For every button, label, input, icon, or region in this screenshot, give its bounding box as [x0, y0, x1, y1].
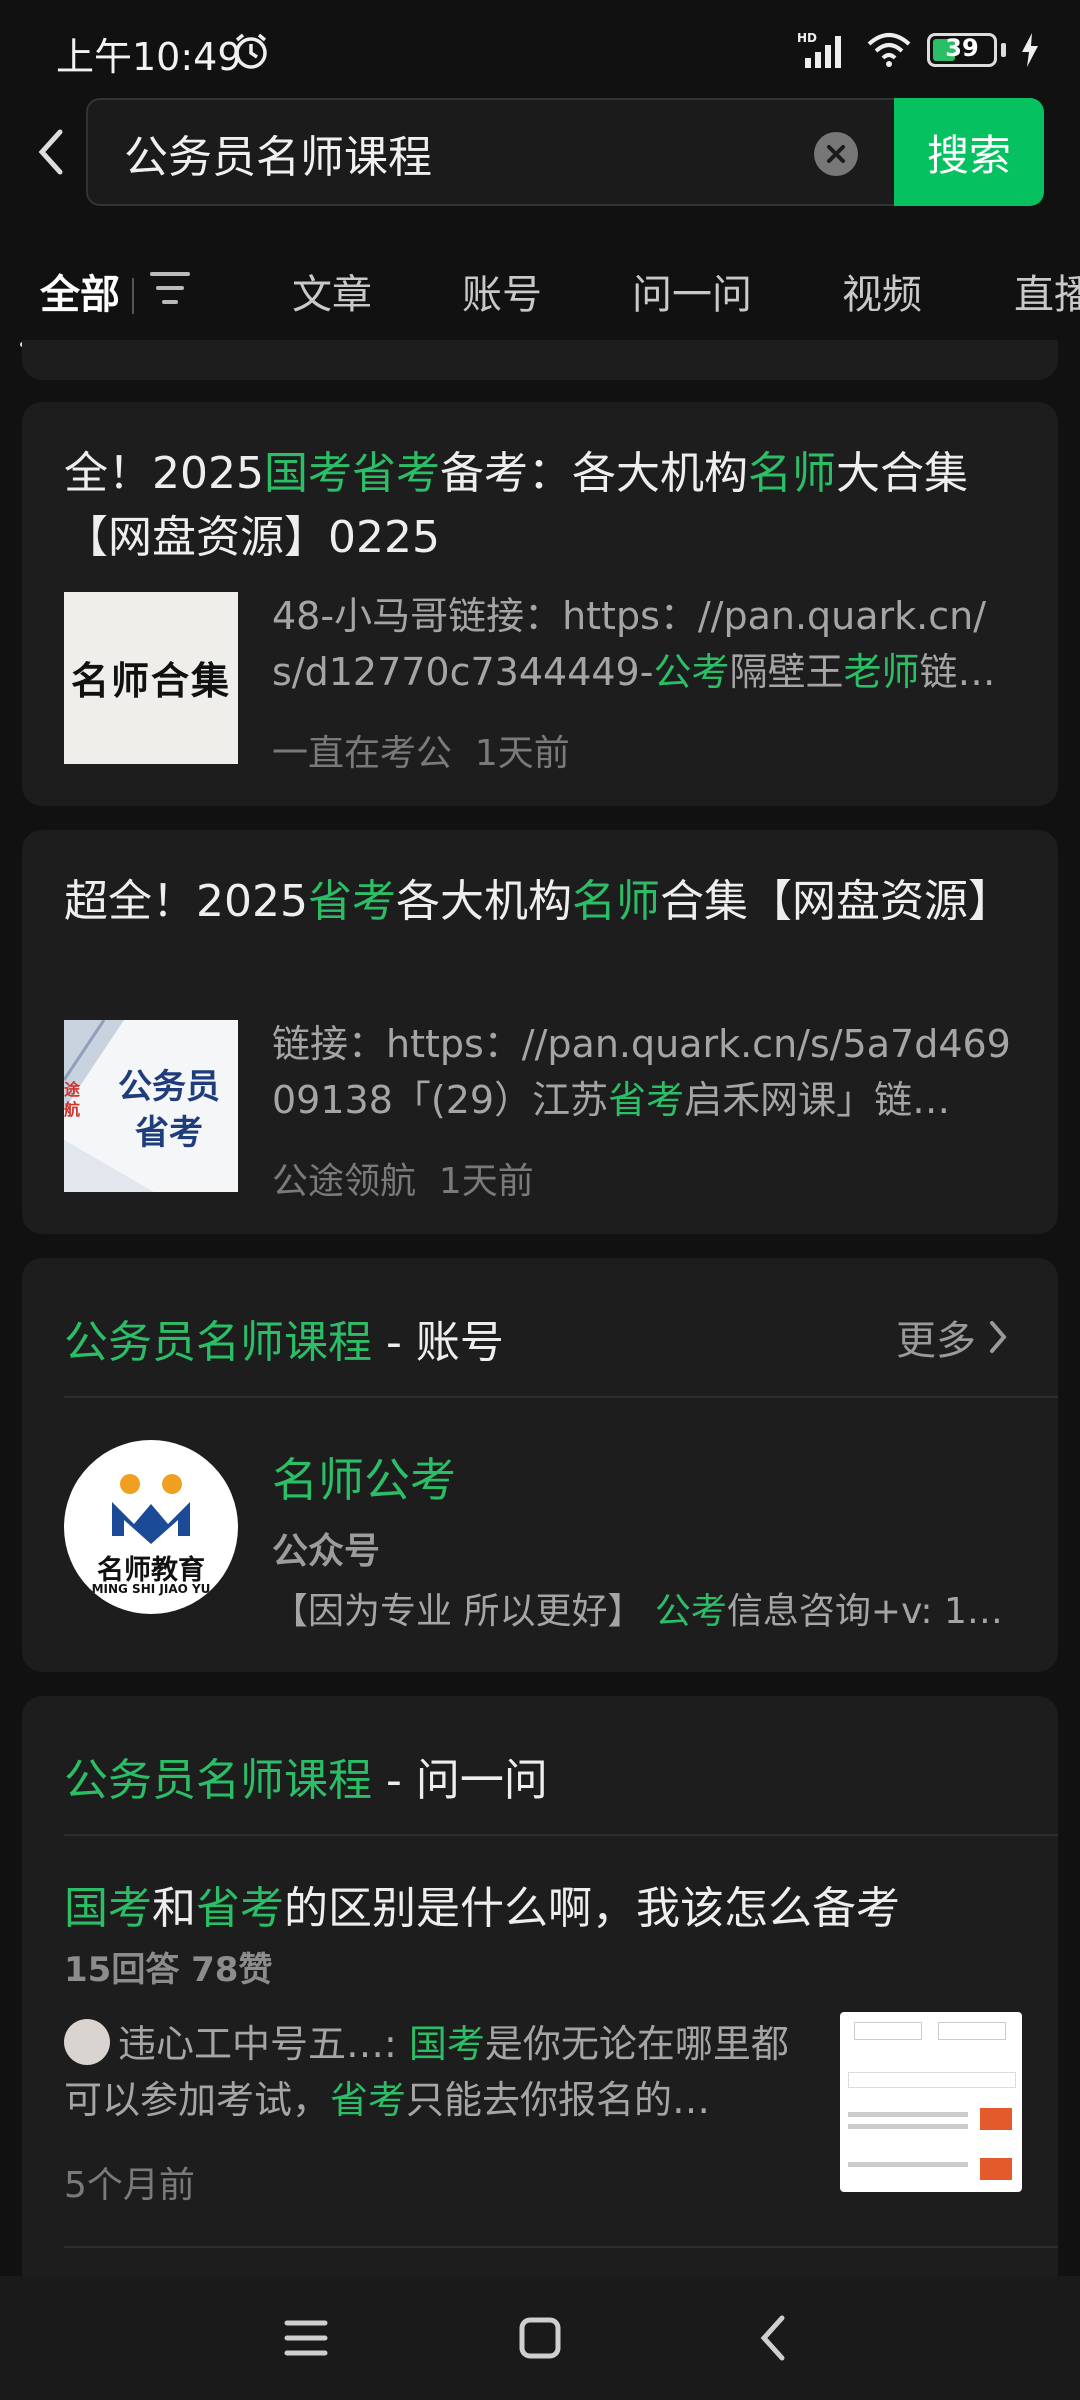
account-type: 公众号 — [272, 1531, 381, 1572]
status-bar: 上午10:49 HD 39 — [0, 0, 1080, 100]
article-time: 1天前 — [474, 733, 570, 774]
status-time: 上午10:49 — [56, 35, 242, 79]
more-link[interactable]: 更多 — [896, 1308, 1010, 1366]
filter-icon[interactable] — [150, 270, 190, 306]
tab-articles[interactable]: 文章 — [292, 262, 372, 320]
answer-snippet[interactable]: 违心工中号五…: 国考是你无论在哪里都可以参加考试，省考只能去你报名的… — [64, 2016, 814, 2128]
battery-icon: 39 — [927, 33, 997, 67]
home-icon[interactable] — [518, 2316, 562, 2360]
svg-text:HD: HD — [797, 31, 817, 45]
article-thumbnail: 名师合集 — [64, 592, 238, 764]
article-source: 一直在考公 — [272, 733, 453, 774]
previous-card — [22, 340, 1058, 380]
account-section: 公务员名师课程 - 账号 更多 名师教育 MING SHI JIAO YU 名师… — [22, 1258, 1058, 1672]
search-input[interactable] — [122, 100, 766, 206]
answer-thumbnail — [840, 2012, 1022, 2192]
section-divider — [64, 1396, 1058, 1398]
tab-ask[interactable]: 问一问 — [632, 262, 752, 320]
article-meta: 一直在考公 1天前 — [272, 724, 570, 776]
article-time: 1天前 — [438, 1161, 534, 1202]
wifi-icon — [867, 33, 911, 67]
question-stats: 15回答 78赞 — [64, 1950, 273, 1990]
article-card[interactable]: 全！2025国考省考备考：各大机构名师大合集【网盘资源】0225 名师合集 48… — [22, 402, 1058, 806]
search-box: 搜索 — [86, 98, 1044, 206]
article-title[interactable]: 超全！2025省考各大机构名师合集【网盘资源】 — [64, 870, 1018, 934]
signal-icon: HD — [797, 31, 841, 68]
tab-divider — [132, 278, 134, 314]
back-nav-icon[interactable] — [756, 2314, 790, 2362]
search-button[interactable]: 搜索 — [894, 98, 1044, 206]
alarm-icon — [235, 33, 267, 69]
article-thumbnail: 途航 公务员 省考 — [64, 1020, 238, 1192]
article-title[interactable]: 全！2025国考省考备考：各大机构名师大合集【网盘资源】0225 — [64, 442, 1018, 570]
system-nav-bar — [0, 2276, 1080, 2400]
article-snippet: 链接：https：//pan.quark.cn/s/5a7d46909138「(… — [272, 1022, 1011, 1122]
article-meta: 公途领航 1天前 — [272, 1152, 534, 1204]
status-icons: HD 39 — [797, 30, 1040, 70]
account-name[interactable]: 名师公考 — [272, 1444, 456, 1510]
section-divider — [64, 1834, 1058, 1836]
section-divider — [64, 2246, 1058, 2248]
tab-live[interactable]: 直播 — [1014, 262, 1080, 320]
account-avatar[interactable]: 名师教育 MING SHI JIAO YU — [64, 1440, 238, 1614]
article-source: 公途领航 — [272, 1161, 417, 1202]
chevron-right-icon — [990, 1321, 1007, 1353]
result-tabs: 全部 文章 账号 问一问 视频 直播 — [0, 240, 1080, 350]
section-title: 公务员名师课程 - 问一问 — [64, 1755, 548, 1806]
tab-videos[interactable]: 视频 — [842, 262, 922, 320]
charging-icon — [1022, 33, 1038, 67]
search-row: 搜索 — [0, 98, 1080, 208]
tab-all[interactable]: 全部 — [40, 262, 120, 320]
question-title[interactable]: 国考和省考的区别是什么啊，我该怎么备考 — [64, 1872, 900, 1936]
qa-section: 公务员名师课程 - 问一问 国考和省考的区别是什么啊，我该怎么备考 15回答 7… — [22, 1696, 1058, 2276]
section-title: 公务员名师课程 - 账号 — [64, 1317, 504, 1368]
answer-time: 5个月前 — [64, 2165, 195, 2206]
back-icon[interactable] — [30, 124, 74, 180]
article-card[interactable]: 超全！2025省考各大机构名师合集【网盘资源】 途航 公务员 省考 链接：htt… — [22, 830, 1058, 1234]
answer-avatar — [64, 2019, 110, 2065]
clear-icon[interactable] — [814, 132, 858, 176]
article-snippet: 48-小马哥链接：https：//pan.quark.cn/s/d12770c7… — [272, 594, 996, 694]
tab-accounts[interactable]: 账号 — [462, 262, 542, 320]
menu-icon[interactable] — [284, 2318, 328, 2358]
account-description: 【因为专业 所以更好】 公考信息咨询+v: 1… — [272, 1591, 1003, 1632]
